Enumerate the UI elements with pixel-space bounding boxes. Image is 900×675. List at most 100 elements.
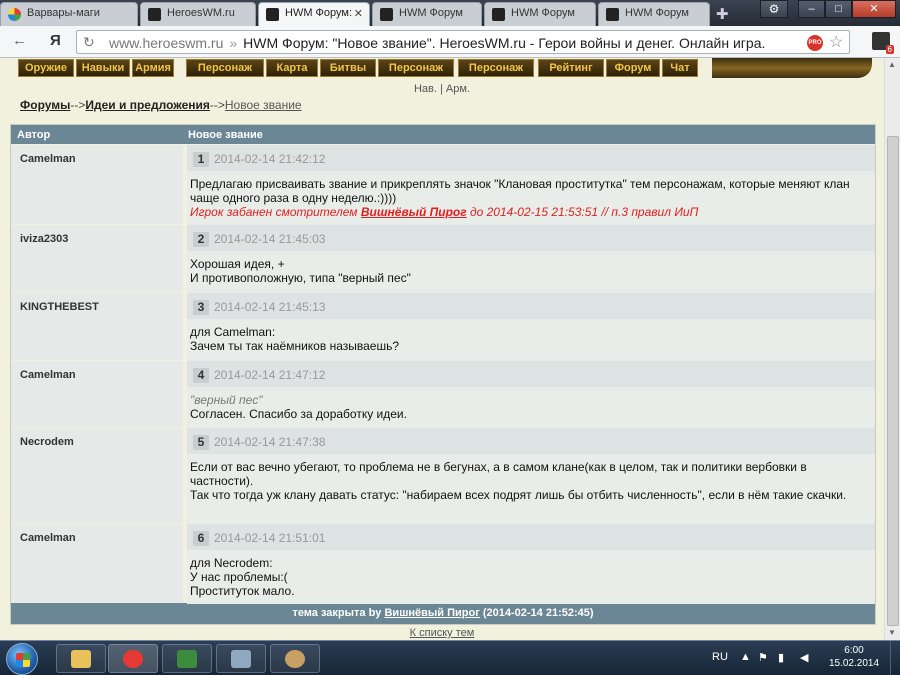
tab-label: HWM Форум: [511, 7, 575, 19]
back-icon[interactable]: ←: [12, 32, 27, 49]
post-author[interactable]: Camelman: [11, 145, 183, 224]
browser-tab-0[interactable]: Варвары-маги: [0, 2, 138, 26]
window-close-icon[interactable]: ✕: [852, 0, 896, 18]
browser-tab-4[interactable]: HWM Форум: [484, 2, 596, 26]
extension-icon[interactable]: 6: [872, 32, 894, 54]
yandex-icon[interactable]: [108, 644, 158, 673]
post-number[interactable]: 6: [193, 531, 209, 546]
scroll-up-icon[interactable]: ▲: [888, 60, 896, 69]
menu-weapons[interactable]: Оружие: [18, 59, 74, 77]
post-content: 4 2014-02-14 21:47:12 "верный пес" Согла…: [187, 361, 875, 428]
post-number[interactable]: 3: [193, 300, 209, 315]
ban-prefix: Игрок забанен смотрителем: [190, 205, 361, 219]
post-date: 2014-02-14 21:51:01: [214, 531, 326, 545]
post-number[interactable]: 2: [193, 232, 209, 247]
menu-character-1[interactable]: Персонаж: [186, 59, 264, 77]
address-bar[interactable]: ↻ www.heroeswm.ru » HWM Форум: "Новое зван…: [76, 30, 850, 54]
forum-post: KINGTHEBEST 3 2014-02-14 21:45:13 для Ca…: [11, 292, 875, 361]
show-desktop-button[interactable]: [890, 641, 900, 675]
media-icon[interactable]: [162, 644, 212, 673]
yandex-logo-icon[interactable]: Я: [50, 32, 61, 49]
volume-icon[interactable]: ◀: [800, 651, 808, 664]
footer-suffix: (2014-02-14 21:52:45): [479, 607, 594, 619]
post-quote: "верный пес": [190, 393, 263, 407]
post-number[interactable]: 5: [193, 435, 209, 450]
scroll-thumb[interactable]: [887, 136, 899, 626]
post-line: Проституток мало.: [190, 584, 295, 598]
browser-tab-3[interactable]: HWM Форум: [372, 2, 482, 26]
gear-icon[interactable]: ⚙: [760, 0, 788, 18]
menu-character-2[interactable]: Персонаж: [378, 59, 454, 77]
apps-favicon-icon: [8, 8, 21, 21]
pro-extension-icon[interactable]: PRO: [807, 35, 823, 51]
menu-skills[interactable]: Навыки: [76, 59, 130, 77]
post-body: "верный пес" Согласен. Спасибо за дорабо…: [187, 387, 875, 428]
footer-user-link[interactable]: Вишнёвый Пирог: [384, 607, 479, 619]
hwm-favicon-icon: [148, 8, 161, 21]
tray-expand-icon[interactable]: ▲: [740, 651, 751, 663]
hwm-favicon-icon: [380, 8, 393, 21]
ban-moderator-link[interactable]: Вишнёвый Пирог: [361, 205, 467, 219]
post-line: Зачем ты так наёмников называешь?: [190, 339, 399, 353]
sub-navigation[interactable]: Нав. | Арм.: [0, 83, 884, 95]
forum-post: Camelman 4 2014-02-14 21:47:12 "верный п…: [11, 360, 875, 428]
close-tab-icon[interactable]: ✕: [354, 7, 363, 20]
forum-post: Camelman 1 2014-02-14 21:42:12 Предлагаю…: [11, 144, 875, 225]
menu-forum[interactable]: Форум: [606, 59, 660, 77]
post-body: Хорошая идея, + И противоположную, типа …: [187, 251, 875, 293]
calculator-icon[interactable]: [216, 644, 266, 673]
language-indicator[interactable]: RU: [712, 651, 728, 663]
post-author[interactable]: Camelman: [11, 361, 183, 427]
post-author[interactable]: KINGTHEBEST: [11, 293, 183, 360]
menu-character-3[interactable]: Персонаж: [458, 59, 534, 77]
minimize-icon[interactable]: –: [798, 0, 825, 18]
maximize-icon[interactable]: □: [825, 0, 852, 18]
forum-post: Necrodem 5 2014-02-14 21:47:38 Если от в…: [11, 427, 875, 524]
menu-rating[interactable]: Рейтинг: [538, 59, 604, 77]
breadcrumb-forums[interactable]: Форумы: [20, 98, 70, 112]
menu-army[interactable]: Армия: [132, 59, 174, 77]
paint-icon[interactable]: [270, 644, 320, 673]
browser-tab-5[interactable]: HWM Форум: [598, 2, 710, 26]
clock-date: 15.02.2014: [828, 658, 880, 669]
page-scrollbar[interactable]: ▲ ▼: [884, 58, 900, 640]
new-tab-icon[interactable]: ✚: [716, 5, 729, 23]
column-author: Автор: [17, 129, 51, 141]
reload-icon[interactable]: ↻: [83, 34, 95, 51]
browser-toolbar: ← Я ↻ www.heroeswm.ru » HWM Форум: "Новое …: [0, 26, 900, 58]
menu-map[interactable]: Карта: [266, 59, 318, 77]
post-author[interactable]: Necrodem: [11, 428, 183, 523]
post-meta: 2 2014-02-14 21:45:03: [187, 225, 875, 251]
tab-label: HWM Форум:: [285, 7, 353, 19]
address-text: www.heroeswm.ru » HWM Форум: "Новое звание…: [109, 35, 765, 51]
breadcrumb-topic[interactable]: Новое звание: [225, 98, 302, 112]
post-author[interactable]: Camelman: [11, 524, 183, 603]
post-author[interactable]: iviza2303: [11, 225, 183, 292]
clock[interactable]: 6:00 15.02.2014: [824, 644, 884, 670]
forum-post: Camelman 6 2014-02-14 21:51:01 для Necro…: [11, 523, 875, 604]
scroll-down-icon[interactable]: ▼: [888, 628, 896, 637]
back-to-topics-link[interactable]: К списку тем: [0, 627, 884, 639]
browser-tab-2[interactable]: HWM Форум: ✕: [258, 2, 370, 26]
breadcrumb-section[interactable]: Идеи и предложения: [85, 98, 210, 112]
flag-icon[interactable]: ⚑: [758, 651, 768, 664]
bookmark-star-icon[interactable]: ☆: [829, 32, 843, 52]
post-line: для Necrodem:: [190, 556, 273, 570]
post-number[interactable]: 4: [193, 368, 209, 383]
post-line: И противоположную, типа "верный пес": [190, 271, 411, 285]
ban-notice: Игрок забанен смотрителем Вишнёвый Пирог…: [190, 205, 867, 219]
browser-tab-1[interactable]: HeroesWM.ru: [140, 2, 256, 26]
post-content: 6 2014-02-14 21:51:01 для Necrodem: У на…: [187, 524, 875, 604]
page-content: Оружие Навыки Армия Персонаж Карта Битвы…: [0, 58, 884, 640]
thread-closed-footer: тема закрыта by Вишнёвый Пирог (2014-02-…: [11, 603, 875, 624]
network-icon[interactable]: ▮: [778, 651, 784, 664]
post-number[interactable]: 1: [193, 152, 209, 167]
post-date: 2014-02-14 21:47:38: [214, 435, 326, 449]
post-date: 2014-02-14 21:42:12: [214, 152, 326, 166]
start-button[interactable]: [6, 643, 38, 675]
post-body: для Necrodem: У нас проблемы:( Проститут…: [187, 550, 875, 604]
explorer-icon[interactable]: [56, 644, 106, 673]
post-content: 5 2014-02-14 21:47:38 Если от вас вечно …: [187, 428, 875, 524]
menu-battles[interactable]: Битвы: [320, 59, 376, 77]
menu-chat[interactable]: Чат: [662, 59, 698, 77]
